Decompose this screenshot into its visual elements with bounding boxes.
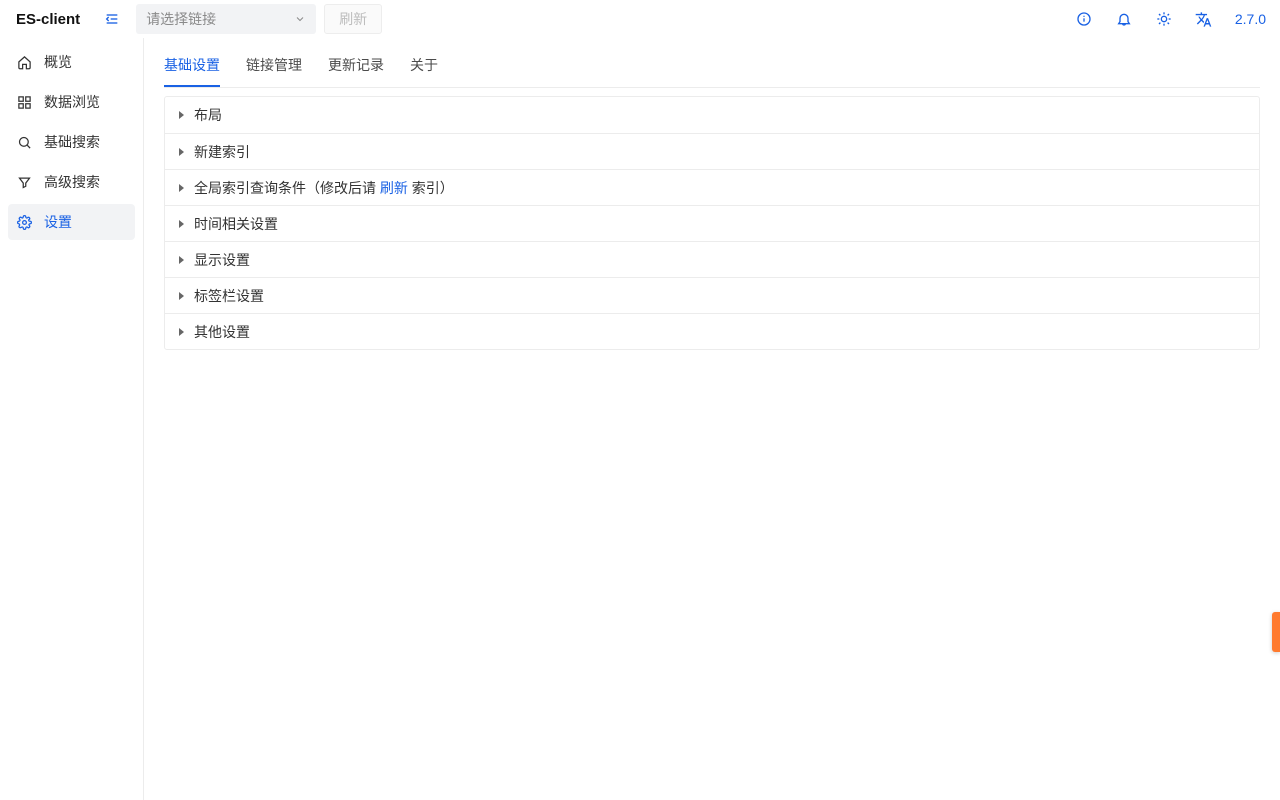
sidebar-item-settings[interactable]: 设置 (8, 204, 135, 240)
layout: 概览 数据浏览 基础搜索 (0, 38, 1280, 800)
grid-icon (16, 94, 32, 110)
settings-accordion: 布局 新建索引 全局索引查询条件（修改后请 刷新 索引） 时间相关设置 显示设置 (164, 96, 1260, 350)
refresh-link[interactable]: 刷新 (380, 180, 408, 196)
refresh-button-label: 刷新 (339, 9, 367, 29)
caret-right-icon (179, 148, 184, 156)
panel-title-prefix: 全局索引查询条件（修改后请 (194, 180, 380, 196)
caret-right-icon (179, 256, 184, 264)
panel-global-index-query[interactable]: 全局索引查询条件（修改后请 刷新 索引） (165, 169, 1259, 205)
tab-changelog[interactable]: 更新记录 (328, 55, 384, 87)
caret-right-icon (179, 184, 184, 192)
info-icon[interactable] (1075, 10, 1093, 28)
panel-title: 全局索引查询条件（修改后请 刷新 索引） (194, 178, 454, 198)
caret-right-icon (179, 111, 184, 119)
sidebar-item-label: 概览 (44, 52, 72, 72)
connection-select-placeholder: 请选择链接 (146, 9, 216, 29)
sidebar-toggle-icon[interactable] (98, 5, 126, 33)
sidebar-item-data-browse[interactable]: 数据浏览 (8, 84, 135, 120)
sidebar-item-basic-search[interactable]: 基础搜索 (8, 124, 135, 160)
panel-title: 标签栏设置 (194, 286, 264, 306)
caret-right-icon (179, 220, 184, 228)
caret-right-icon (179, 328, 184, 336)
panel-title: 显示设置 (194, 250, 250, 270)
tab-link-management[interactable]: 链接管理 (246, 55, 302, 87)
home-icon (16, 54, 32, 70)
sidebar-item-label: 数据浏览 (44, 92, 100, 112)
caret-right-icon (179, 292, 184, 300)
panel-title: 布局 (194, 105, 222, 125)
refresh-button[interactable]: 刷新 (324, 4, 382, 34)
sidebar-item-label: 高级搜索 (44, 172, 100, 192)
panel-title-suffix: 索引） (408, 180, 454, 196)
theme-icon[interactable] (1155, 10, 1173, 28)
topbar-right: 2.7.0 (1075, 10, 1266, 28)
tab-about[interactable]: 关于 (410, 55, 438, 87)
bell-icon[interactable] (1115, 10, 1133, 28)
gear-icon (16, 214, 32, 230)
settings-tabs: 基础设置 链接管理 更新记录 关于 (164, 48, 1260, 88)
sidebar: 概览 数据浏览 基础搜索 (0, 38, 144, 800)
brand-title: ES-client (16, 11, 80, 28)
search-icon (16, 134, 32, 150)
panel-tabbar-settings[interactable]: 标签栏设置 (165, 277, 1259, 313)
panel-other-settings[interactable]: 其他设置 (165, 313, 1259, 349)
sidebar-item-label: 基础搜索 (44, 132, 100, 152)
sidebar-item-overview[interactable]: 概览 (8, 44, 135, 80)
panel-time-settings[interactable]: 时间相关设置 (165, 205, 1259, 241)
panel-title: 其他设置 (194, 322, 250, 342)
panel-display-settings[interactable]: 显示设置 (165, 241, 1259, 277)
panel-title: 新建索引 (194, 142, 250, 162)
connection-select[interactable]: 请选择链接 (136, 4, 316, 34)
sidebar-item-label: 设置 (44, 212, 72, 232)
feedback-handle[interactable] (1272, 612, 1280, 652)
sidebar-item-advanced-search[interactable]: 高级搜索 (8, 164, 135, 200)
main-content: 基础设置 链接管理 更新记录 关于 布局 新建索引 全局索引查询条件（修改后请 … (144, 38, 1280, 800)
panel-layout[interactable]: 布局 (165, 97, 1259, 133)
chevron-down-icon (294, 13, 306, 25)
version-label[interactable]: 2.7.0 (1235, 11, 1266, 27)
tab-basic-settings[interactable]: 基础设置 (164, 55, 220, 87)
panel-title: 时间相关设置 (194, 214, 278, 234)
filter-icon (16, 174, 32, 190)
panel-new-index[interactable]: 新建索引 (165, 133, 1259, 169)
language-icon[interactable] (1195, 10, 1213, 28)
topbar: ES-client 请选择链接 刷新 (0, 0, 1280, 38)
